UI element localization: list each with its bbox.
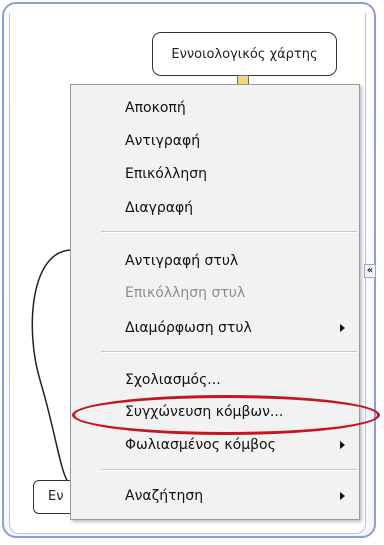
menu-item-label: Διαμόρφωση στυλ bbox=[125, 320, 252, 336]
central-topic-node[interactable]: Εννοιολογικός χάρτης bbox=[152, 32, 337, 76]
menu-item-cut[interactable]: Αποκοπή bbox=[73, 94, 357, 122]
menu-item-label: Συγχώνευση κόμβων... bbox=[125, 404, 284, 420]
menu-item-comment[interactable]: Σχολιασμός... bbox=[73, 366, 357, 394]
menu-item-label: Αντιγραφή στυλ bbox=[125, 253, 239, 269]
context-menu: Αποκοπή Αντιγραφή Επικόλληση Διαγραφή Αν… bbox=[70, 84, 360, 520]
menu-item-search[interactable]: Αναζήτηση bbox=[73, 482, 357, 510]
menu-item-label: Φωλιασμένος κόμβος bbox=[125, 437, 276, 453]
menu-item-label: Διαγραφή bbox=[125, 200, 194, 216]
menu-item-label: Επικόλληση bbox=[125, 166, 208, 182]
menu-item-label: Επικόλληση στυλ bbox=[125, 285, 246, 301]
menu-item-paste-style: Επικόλληση στυλ bbox=[73, 279, 357, 307]
menu-item-copy-style[interactable]: Αντιγραφή στυλ bbox=[73, 247, 357, 275]
menu-separator bbox=[101, 351, 357, 353]
submenu-arrow-icon bbox=[340, 324, 345, 332]
menu-item-delete[interactable]: Διαγραφή bbox=[73, 194, 357, 222]
menu-item-copy[interactable]: Αντιγραφή bbox=[73, 127, 357, 155]
menu-separator bbox=[101, 231, 357, 233]
menu-item-label: Αντιγραφή bbox=[125, 133, 201, 149]
submenu-arrow-icon bbox=[340, 441, 345, 449]
menu-item-label: Σχολιασμός... bbox=[125, 372, 221, 388]
central-topic-label: Εννοιολογικός χάρτης bbox=[171, 46, 318, 62]
menu-item-format-style[interactable]: Διαμόρφωση στυλ bbox=[73, 314, 357, 342]
submenu-arrow-icon bbox=[340, 492, 345, 500]
menu-item-nested-node[interactable]: Φωλιασμένος κόμβος bbox=[73, 431, 357, 459]
menu-item-paste[interactable]: Επικόλληση bbox=[73, 160, 357, 188]
menu-item-label: Αποκοπή bbox=[125, 100, 186, 116]
menu-separator bbox=[101, 469, 357, 471]
collapse-panel-icon[interactable]: « bbox=[364, 264, 376, 278]
menu-item-label: Αναζήτηση bbox=[125, 488, 204, 504]
subtopic-label: Εν bbox=[48, 489, 64, 504]
menu-item-merge-nodes[interactable]: Συγχώνευση κόμβων... bbox=[73, 398, 357, 426]
